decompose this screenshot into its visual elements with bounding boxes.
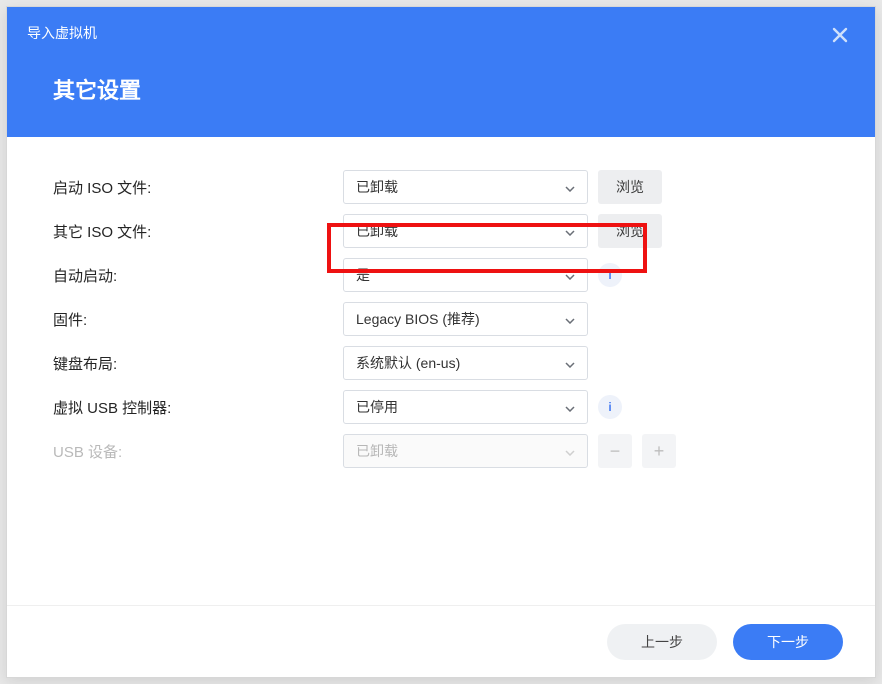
info-icon[interactable]: i	[598, 263, 622, 287]
label-boot-iso: 启动 ISO 文件:	[53, 177, 343, 198]
row-other-iso: 其它 ISO 文件: 已卸载 浏览	[53, 209, 829, 253]
row-autostart: 自动启动: 是 i	[53, 253, 829, 297]
row-firmware: 固件: Legacy BIOS (推荐)	[53, 297, 829, 341]
row-keyboard: 键盘布局: 系统默认 (en-us)	[53, 341, 829, 385]
label-other-iso: 其它 ISO 文件:	[53, 221, 343, 242]
caret-icon	[565, 355, 575, 371]
caret-icon	[565, 311, 575, 327]
label-usb-controller: 虚拟 USB 控制器:	[53, 397, 343, 418]
select-boot-iso-value: 已卸载	[356, 177, 398, 197]
caret-icon	[565, 179, 575, 195]
select-usb-device: 已卸载	[343, 434, 588, 468]
label-firmware: 固件:	[53, 309, 343, 330]
breadcrumb: 导入虚拟机	[7, 7, 875, 43]
caret-icon	[565, 267, 575, 283]
select-firmware-value: Legacy BIOS (推荐)	[356, 309, 480, 329]
select-usb-device-value: 已卸载	[356, 441, 398, 461]
browse-other-iso-button[interactable]: 浏览	[598, 214, 662, 248]
row-boot-iso: 启动 ISO 文件: 已卸载 浏览	[53, 165, 829, 209]
add-usb-button: +	[642, 434, 676, 468]
caret-icon	[565, 223, 575, 239]
select-usb-controller-value: 已停用	[356, 397, 398, 417]
modal-footer: 上一步 下一步	[7, 605, 875, 677]
select-firmware[interactable]: Legacy BIOS (推荐)	[343, 302, 588, 336]
select-usb-controller[interactable]: 已停用	[343, 390, 588, 424]
close-icon	[832, 23, 848, 49]
select-keyboard[interactable]: 系统默认 (en-us)	[343, 346, 588, 380]
select-boot-iso[interactable]: 已卸载	[343, 170, 588, 204]
browse-boot-iso-button[interactable]: 浏览	[598, 170, 662, 204]
close-button[interactable]	[827, 23, 853, 49]
select-other-iso[interactable]: 已卸载	[343, 214, 588, 248]
row-usb-controller: 虚拟 USB 控制器: 已停用 i	[53, 385, 829, 429]
caret-icon	[565, 443, 575, 459]
row-usb-device: USB 设备: 已卸载 − +	[53, 429, 829, 473]
modal-header: 导入虚拟机 其它设置	[7, 7, 875, 137]
label-keyboard: 键盘布局:	[53, 353, 343, 374]
select-other-iso-value: 已卸载	[356, 221, 398, 241]
select-autostart[interactable]: 是	[343, 258, 588, 292]
import-vm-modal: 导入虚拟机 其它设置 启动 ISO 文件: 已卸载 浏览 其它	[6, 6, 876, 678]
select-keyboard-value: 系统默认 (en-us)	[356, 353, 460, 373]
select-autostart-value: 是	[356, 265, 370, 285]
remove-usb-button: −	[598, 434, 632, 468]
label-autostart: 自动启动:	[53, 265, 343, 286]
next-button[interactable]: 下一步	[733, 624, 843, 660]
page-title: 其它设置	[7, 43, 875, 105]
caret-icon	[565, 399, 575, 415]
label-usb-device: USB 设备:	[53, 441, 343, 462]
back-button[interactable]: 上一步	[607, 624, 717, 660]
info-icon[interactable]: i	[598, 395, 622, 419]
modal-body: 启动 ISO 文件: 已卸载 浏览 其它 ISO 文件: 已卸载	[7, 137, 875, 605]
